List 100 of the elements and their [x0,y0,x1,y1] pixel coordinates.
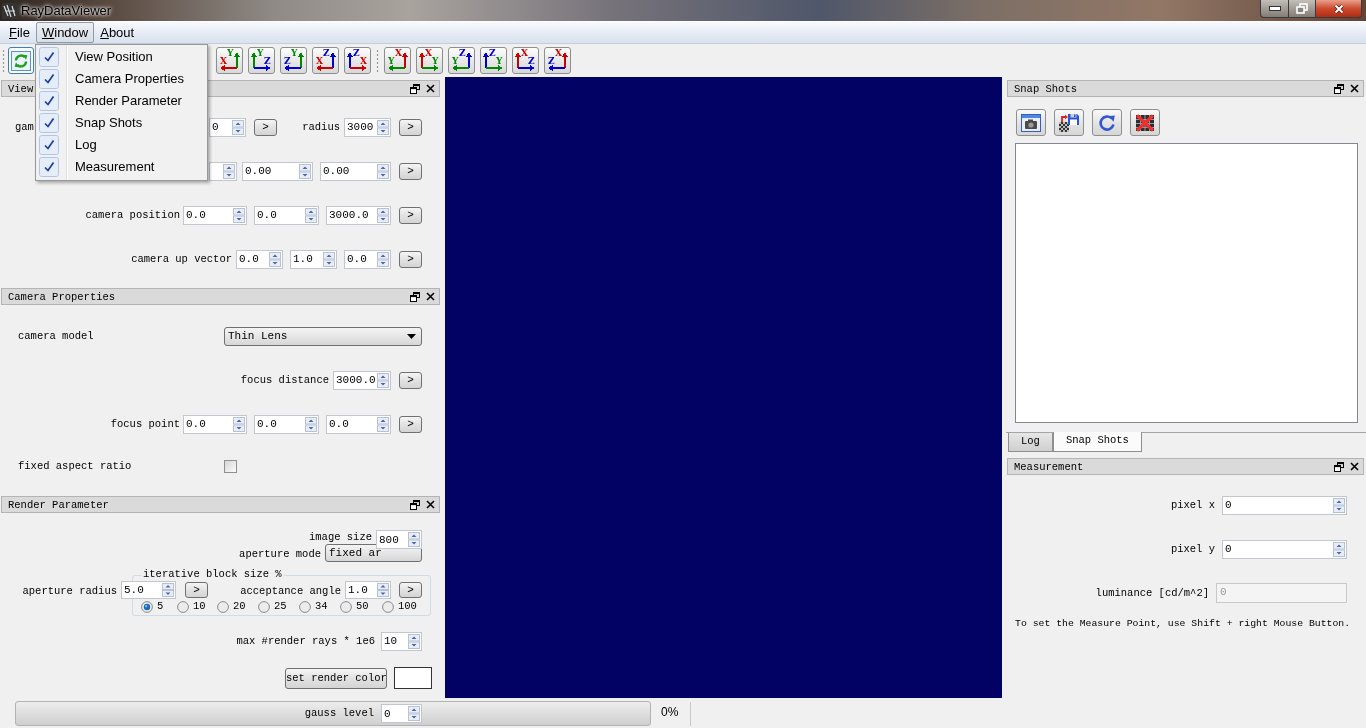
spin-field[interactable]: 3000 [344,117,391,137]
dropdown[interactable]: Thin Lens [224,326,422,346]
menu-item[interactable]: Log [38,134,205,156]
apply-button[interactable]: > [185,582,208,598]
spin-field[interactable]: 0.0 [236,249,283,269]
tab[interactable]: Snap Shots [1052,432,1142,452]
restore-button[interactable] [1289,0,1316,18]
close-icon[interactable] [1350,462,1359,471]
radio-icon[interactable] [141,600,153,613]
spin-field[interactable] [209,161,237,181]
menu-item[interactable]: Camera Properties [38,68,205,90]
stepper-arrows-icon[interactable] [232,119,244,135]
close-icon[interactable] [426,500,435,509]
view-axes-button[interactable]: X Z [512,47,539,74]
spin-field[interactable]: 0 [1222,539,1347,559]
menu-item[interactable]: Render Parameter [38,90,205,112]
spin-field[interactable]: 1.0 [290,249,337,269]
radio-option[interactable]: 50 [340,600,369,613]
apply-button[interactable]: > [399,582,422,598]
float-icon[interactable] [410,291,420,302]
stepper-arrows-icon[interactable] [223,163,235,179]
caret-icon[interactable] [407,333,416,339]
close-button[interactable] [1316,0,1362,18]
radio-icon[interactable] [340,600,352,613]
spin-field[interactable]: 0 [209,117,246,137]
view-axes-button[interactable]: Z X [544,47,571,74]
close-icon[interactable] [426,84,435,93]
spin-field[interactable]: 0 [1222,495,1347,515]
checkbox[interactable] [224,459,237,473]
view-axes-button[interactable]: X Z [312,47,339,74]
view-axes-button[interactable]: Y X [384,47,411,74]
apply-button[interactable]: > [254,118,277,136]
stepper-arrows-icon[interactable] [233,207,245,223]
stepper-arrows-icon[interactable] [305,207,317,223]
menu-item[interactable]: Measurement [38,156,205,178]
float-icon[interactable] [1334,83,1344,94]
spin-field[interactable]: 5.0 [121,581,176,599]
minimize-icon[interactable] [1268,6,1281,11]
close-icon[interactable] [426,292,435,301]
spin-field[interactable]: 0.0 [183,414,247,434]
stepper-arrows-icon[interactable] [323,251,335,267]
view-axes-button[interactable]: Z X [344,47,371,74]
radio-icon[interactable] [217,600,229,613]
stepper-arrows-icon[interactable] [305,416,317,432]
apply-button[interactable]: > [399,118,422,136]
spin-field[interactable]: 0 [381,704,422,723]
menu-item[interactable]: Window [35,22,95,43]
spin-field[interactable]: 0.0 [344,249,391,269]
stepper-arrows-icon[interactable] [408,532,420,547]
view-axes-button[interactable]: Z Y [280,47,307,74]
apply-button[interactable]: > [399,371,422,389]
view-axes-button[interactable]: X Y [416,47,443,74]
spin-field[interactable]: 1.0 [345,581,391,599]
close-icon[interactable] [1332,3,1345,14]
menu-item[interactable]: File [3,22,36,43]
stepper-arrows-icon[interactable] [1333,497,1345,513]
radio-option[interactable]: 10 [177,600,206,613]
stepper-arrows-icon[interactable] [377,163,389,179]
float-icon[interactable] [1334,461,1344,472]
radio-icon[interactable] [177,600,189,613]
radio-icon[interactable] [382,600,394,613]
close-icon[interactable] [1350,84,1359,93]
radio-option[interactable]: 34 [299,600,328,613]
menu-item[interactable]: About [94,22,141,43]
spin-field[interactable]: 0.00 [320,161,391,181]
stepper-arrows-icon[interactable] [377,207,389,223]
set-color-button[interactable]: set render color [285,667,387,689]
stepper-arrows-icon[interactable] [233,416,245,432]
view-axes-button[interactable]: Y Z [248,47,275,74]
radio-option[interactable]: 25 [258,600,287,613]
stepper-arrows-icon[interactable] [377,416,389,432]
stepper-arrows-icon[interactable] [377,372,389,388]
spin-field[interactable]: 0.0 [254,414,319,434]
spin-field[interactable]: 0.00 [242,161,313,181]
spin-field[interactable]: 0.0 [183,205,247,225]
view-axes-button[interactable]: X Y [216,47,243,74]
radio-option[interactable]: 5 [141,600,164,613]
apply-button[interactable]: > [399,162,422,180]
stepper-arrows-icon[interactable] [377,583,389,597]
stepper-arrows-icon[interactable] [408,706,420,721]
stepper-arrows-icon[interactable] [162,583,174,597]
radio-icon[interactable] [299,600,311,613]
stepper-arrows-icon[interactable] [377,251,389,267]
apply-button[interactable]: > [399,206,422,224]
spin-field[interactable]: 0.0 [326,414,391,434]
view-axes-button[interactable]: Y Z [448,47,475,74]
spin-field[interactable]: 800 [376,530,422,549]
spin-field[interactable]: 0.0 [254,205,319,225]
menu-item[interactable]: Snap Shots [38,112,205,134]
minimize-button[interactable] [1260,0,1289,18]
stepper-arrows-icon[interactable] [408,633,420,649]
apply-button[interactable]: > [399,250,422,268]
spin-field[interactable]: 10 [381,631,422,651]
radio-icon[interactable] [258,600,270,613]
radio-option[interactable]: 20 [217,600,246,613]
apply-button[interactable]: > [399,415,422,433]
stepper-arrows-icon[interactable] [377,119,389,135]
radio-option[interactable]: 100 [382,600,417,613]
restore-icon[interactable] [1296,3,1308,14]
stepper-arrows-icon[interactable] [299,163,311,179]
